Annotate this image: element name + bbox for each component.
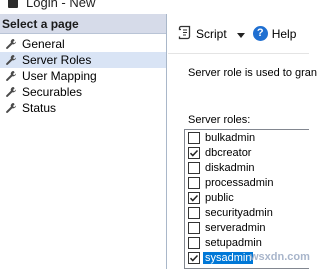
role-checkbox[interactable]	[188, 191, 200, 204]
role-name: setupadmin	[205, 236, 262, 249]
role-name: processadmin	[205, 176, 274, 189]
role-checkbox[interactable]	[188, 131, 200, 144]
checkmark-icon	[189, 149, 199, 157]
page-item-server-roles[interactable]: Server Roles	[0, 52, 166, 68]
role-name: dbcreator	[205, 146, 252, 159]
page-item-label: Securables	[22, 85, 83, 99]
page-item-general[interactable]: General	[0, 36, 166, 52]
script-label: Script	[196, 26, 227, 41]
wrench-icon	[4, 69, 18, 83]
page-item-label: Server Roles	[22, 53, 92, 67]
page-list: General Server Roles User Mapping Secura…	[0, 34, 166, 116]
role-row-serveradmin[interactable]: serveradmin	[185, 220, 309, 235]
server-roles-list[interactable]: bulkadmin dbcreator diskadmin processadm…	[184, 129, 309, 269]
role-name: bulkadmin	[205, 131, 256, 144]
role-name: public	[205, 191, 234, 204]
role-checkbox[interactable]	[188, 161, 200, 174]
role-row-processadmin[interactable]: processadmin	[185, 175, 309, 190]
server-roles-label: Server roles:	[188, 114, 251, 126]
role-row-diskadmin[interactable]: diskadmin	[185, 160, 309, 175]
wrench-icon	[4, 101, 18, 115]
wrench-icon	[4, 85, 18, 99]
watermark: wsxdn.com	[250, 251, 310, 263]
role-checkbox[interactable]	[188, 146, 200, 159]
checkmark-icon	[189, 194, 199, 202]
checkmark-icon	[189, 254, 199, 262]
role-name: diskadmin	[205, 161, 255, 174]
script-dropdown-arrow-icon[interactable]	[236, 27, 245, 41]
role-row-securityadmin[interactable]: securityadmin	[185, 205, 309, 220]
wrench-icon	[4, 53, 18, 67]
role-name: serveradmin	[205, 221, 266, 234]
window-title: Login - New	[26, 0, 96, 10]
page-item-label: User Mapping	[22, 69, 97, 83]
help-icon: ?	[252, 26, 268, 41]
role-row-dbcreator[interactable]: dbcreator	[185, 145, 309, 160]
role-checkbox[interactable]	[188, 221, 200, 234]
title-bar: Login - New	[0, 0, 309, 14]
page-item-securables[interactable]: Securables	[0, 84, 166, 100]
page-item-label: Status	[22, 101, 57, 115]
server-roles-pane: Script ? Help Server role is used to gra…	[168, 14, 317, 269]
page-item-user-mapping[interactable]: User Mapping	[0, 68, 166, 84]
role-checkbox[interactable]	[188, 176, 200, 189]
role-checkbox[interactable]	[188, 206, 200, 219]
script-icon	[178, 25, 192, 43]
role-row-setupadmin[interactable]: setupadmin	[185, 235, 309, 250]
script-button[interactable]: Script	[178, 25, 227, 43]
help-label: Help	[271, 26, 297, 41]
role-name: sysadmin	[203, 251, 254, 264]
role-checkbox[interactable]	[188, 236, 200, 249]
app-icon	[8, 0, 18, 8]
role-name: securityadmin	[205, 206, 273, 219]
select-page-header: Select a page	[0, 14, 166, 34]
page-item-status[interactable]: Status	[0, 100, 166, 116]
page-item-label: General	[22, 37, 65, 51]
description-text: Server role is used to gran	[188, 67, 318, 79]
role-row-public[interactable]: public	[185, 190, 309, 205]
toolbar: Script ? Help	[168, 14, 309, 54]
help-button[interactable]: ? Help	[252, 26, 297, 41]
select-page-pane: Select a page General Server Roles User …	[0, 14, 167, 269]
wrench-icon	[4, 37, 18, 51]
role-checkbox[interactable]	[188, 251, 200, 264]
role-row-bulkadmin[interactable]: bulkadmin	[185, 130, 309, 145]
